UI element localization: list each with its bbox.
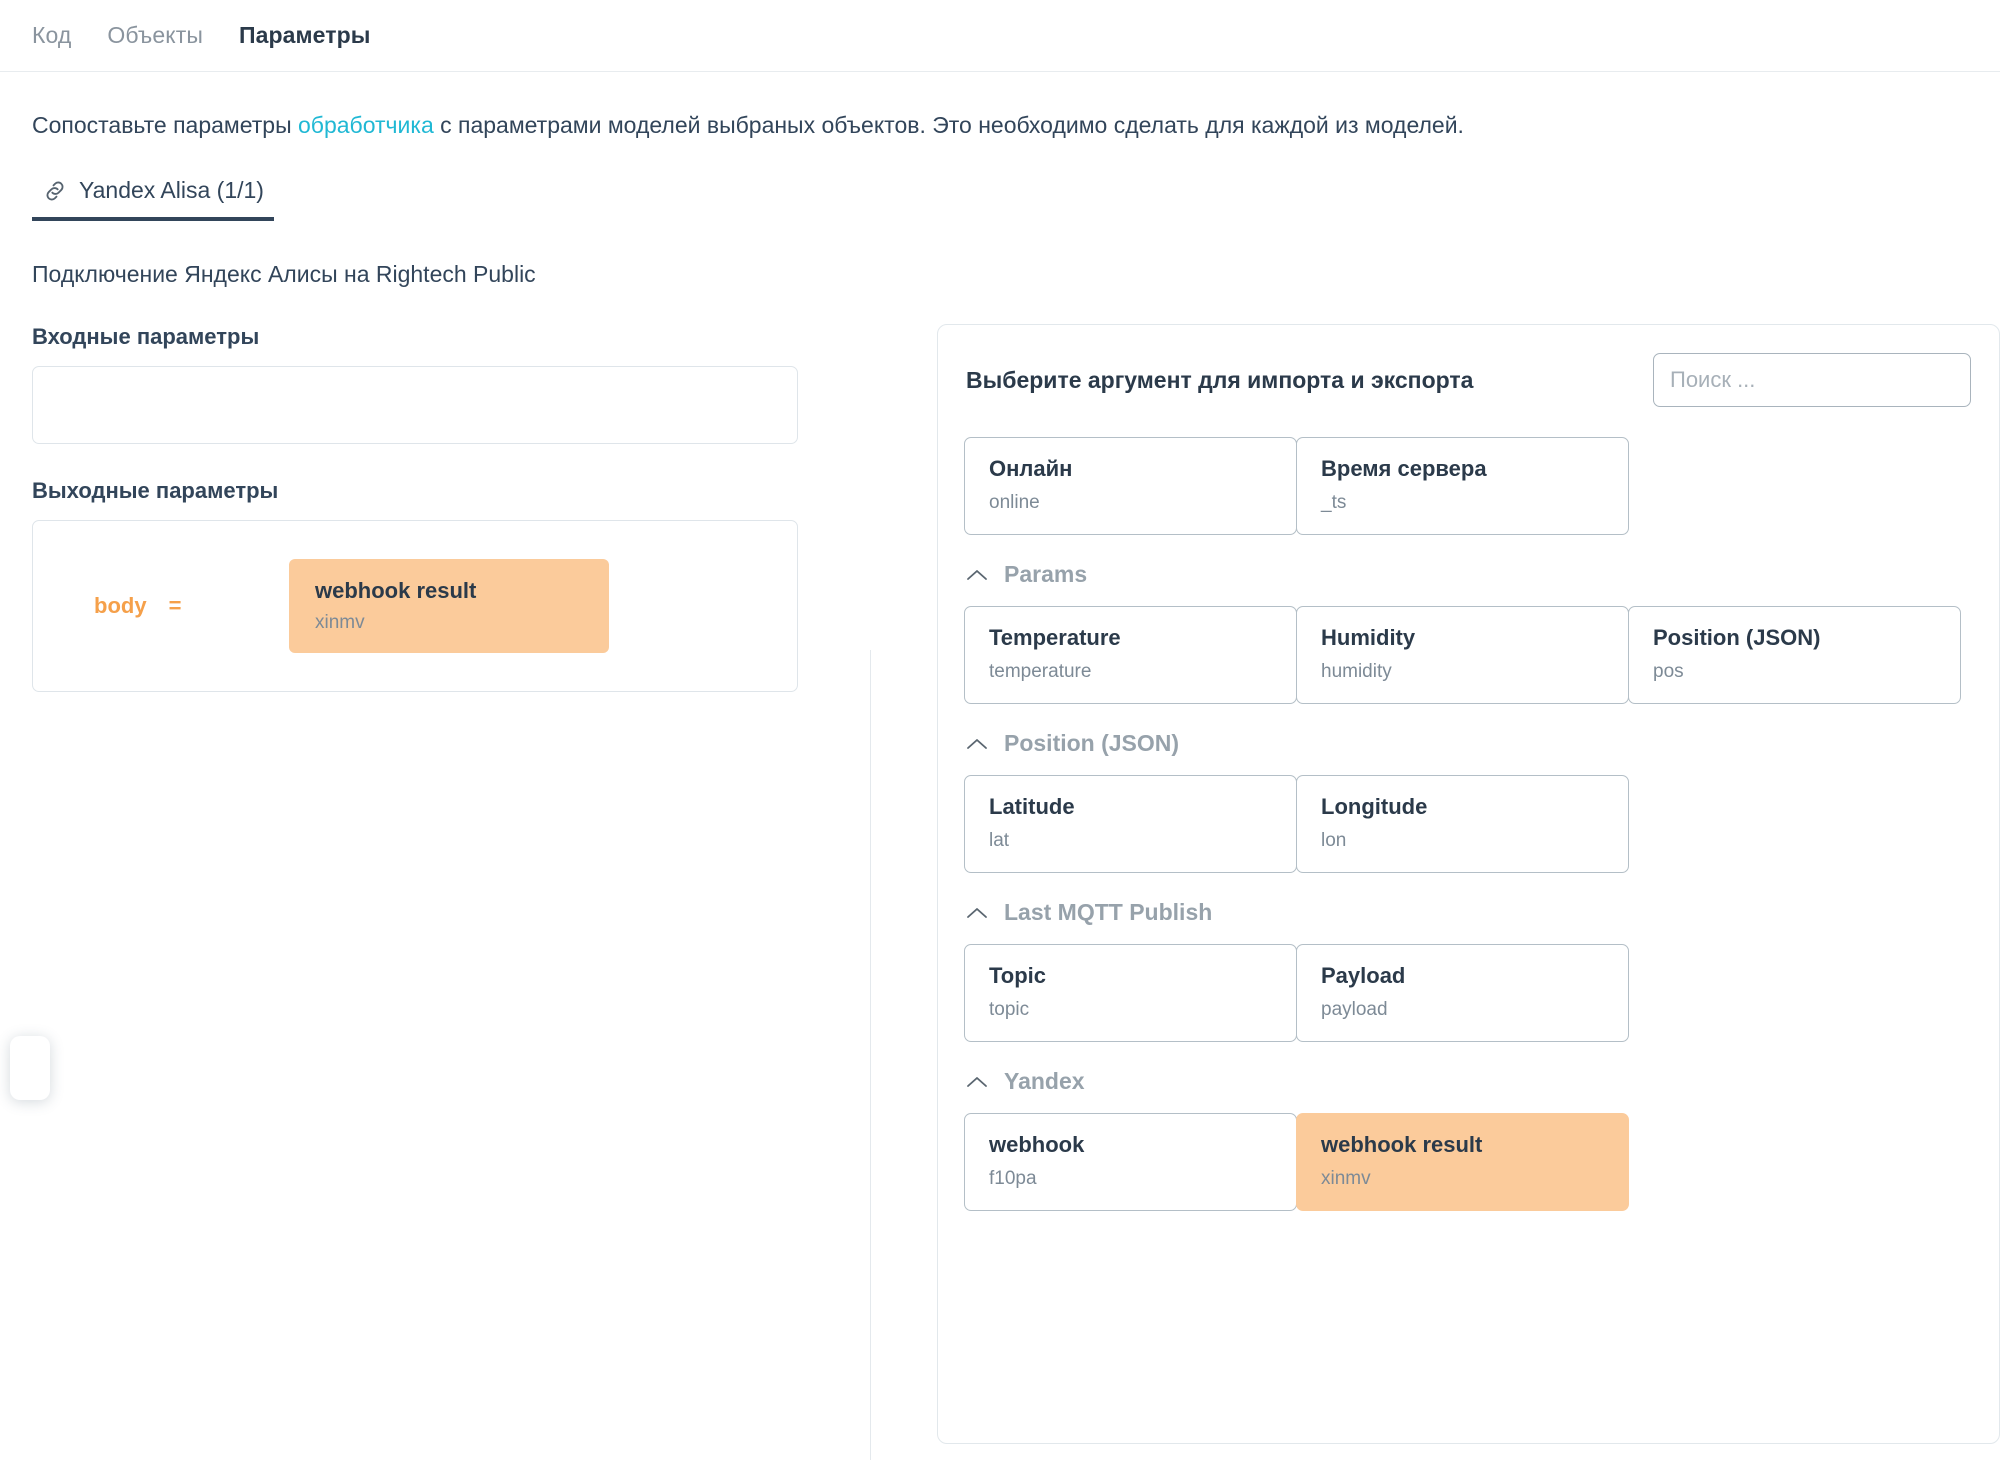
argument-card-title: Temperature (989, 624, 1272, 652)
argument-group-cards: Topic topic Payload payload (964, 944, 1973, 1042)
argument-card-humidity[interactable]: Humidity humidity (1296, 606, 1629, 704)
chevron-up-icon[interactable] (966, 568, 988, 582)
mapping-row: body = webhook result xinmv (59, 559, 771, 653)
argument-card-topic[interactable]: Topic topic (964, 944, 1297, 1042)
argument-group-name: Params (1004, 561, 1087, 588)
argument-card-subtitle: online (989, 492, 1272, 515)
argument-group-params: Params Temperature temperature Humidity … (964, 561, 1973, 704)
page-description: Сопоставьте параметры обработчика с пара… (32, 110, 1968, 141)
mapping-key-name: body (94, 593, 147, 619)
argument-card-subtitle: lon (1321, 830, 1604, 853)
argument-card-title: Position (JSON) (1653, 624, 1936, 652)
chevron-up-icon[interactable] (966, 1075, 988, 1089)
argument-group-header[interactable]: Last MQTT Publish (964, 899, 1973, 926)
mapping-key: body = (59, 593, 289, 619)
ungrouped-cards: Онлайн online Время сервера _ts (964, 437, 1973, 535)
argument-card-subtitle: lat (989, 830, 1272, 853)
column-divider (870, 650, 871, 1460)
search-input[interactable] (1653, 353, 1971, 407)
output-params-label: Выходные параметры (32, 478, 798, 504)
ungrouped-arguments: Онлайн online Время сервера _ts (964, 437, 1973, 535)
argument-card-subtitle: topic (989, 999, 1272, 1022)
argument-picker-header: Выберите аргумент для импорта и экспорта (964, 353, 1973, 407)
chevron-up-icon[interactable] (966, 906, 988, 920)
tab-code[interactable]: Код (32, 22, 71, 49)
argument-picker-panel: Выберите аргумент для импорта и экспорта… (937, 324, 2000, 1444)
input-params-box[interactable] (32, 366, 798, 444)
argument-card-title: Humidity (1321, 624, 1604, 652)
columns-wrapper: Входные параметры Выходные параметры bod… (32, 324, 1968, 1350)
argument-card-server-time[interactable]: Время сервера _ts (1296, 437, 1629, 535)
argument-group-name: Yandex (1004, 1068, 1085, 1095)
argument-card-title: Longitude (1321, 793, 1604, 821)
argument-card-position-json[interactable]: Position (JSON) pos (1628, 606, 1961, 704)
model-tabs: Yandex Alisa (1/1) (32, 177, 1968, 221)
chain-link-icon (42, 178, 68, 204)
argument-group-cards: webhook f10pa webhook result xinmv (964, 1113, 1973, 1211)
argument-group-header[interactable]: Position (JSON) (964, 730, 1973, 757)
argument-card-longitude[interactable]: Longitude lon (1296, 775, 1629, 873)
argument-group-name: Last MQTT Publish (1004, 899, 1212, 926)
argument-group-header[interactable]: Params (964, 561, 1973, 588)
argument-group-position-json: Position (JSON) Latitude lat Longitude l… (964, 730, 1973, 873)
offscreen-peek-card (10, 1036, 50, 1100)
argument-group-cards: Temperature temperature Humidity humidit… (964, 606, 1973, 704)
argument-group-name: Position (JSON) (1004, 730, 1179, 757)
left-spacer (32, 700, 798, 1350)
argument-card-payload[interactable]: Payload payload (1296, 944, 1629, 1042)
argument-card-title: webhook (989, 1131, 1272, 1159)
argument-card-temperature[interactable]: Temperature temperature (964, 606, 1297, 704)
argument-card-subtitle: _ts (1321, 492, 1604, 515)
argument-picker-title: Выберите аргумент для импорта и экспорта (966, 367, 1473, 394)
model-tab-label: Yandex Alisa (1/1) (79, 177, 264, 204)
mapping-value-chip[interactable]: webhook result xinmv (289, 559, 609, 653)
argument-card-webhook-result[interactable]: webhook result xinmv (1296, 1113, 1629, 1211)
argument-card-title: Payload (1321, 962, 1604, 990)
chevron-up-icon[interactable] (966, 737, 988, 751)
tab-objects[interactable]: Объекты (107, 22, 203, 49)
tab-parameters[interactable]: Параметры (239, 22, 371, 49)
handler-link[interactable]: обработчика (298, 112, 434, 138)
input-params-label: Входные параметры (32, 324, 798, 350)
argument-group-last-mqtt-publish: Last MQTT Publish Topic topic Payload pa… (964, 899, 1973, 1042)
mapping-equals-sign: = (169, 593, 182, 619)
description-before: Сопоставьте параметры (32, 112, 298, 138)
argument-card-title: Онлайн (989, 455, 1272, 483)
argument-card-subtitle: payload (1321, 999, 1604, 1022)
left-column: Входные параметры Выходные параметры bod… (32, 324, 838, 1350)
argument-group-yandex: Yandex webhook f10pa webhook result xinm… (964, 1068, 1973, 1211)
description-after: с параметрами моделей выбраных объектов.… (434, 112, 1464, 138)
model-tab-yandex-alisa[interactable]: Yandex Alisa (1/1) (32, 177, 274, 221)
argument-card-subtitle: humidity (1321, 661, 1604, 684)
argument-group-cards: Latitude lat Longitude lon (964, 775, 1973, 873)
argument-card-title: Latitude (989, 793, 1272, 821)
argument-group-header[interactable]: Yandex (964, 1068, 1973, 1095)
mapping-value-title: webhook result (315, 577, 583, 605)
argument-card-subtitle: pos (1653, 661, 1936, 684)
output-params-box: body = webhook result xinmv (32, 520, 798, 692)
argument-card-subtitle: f10pa (989, 1168, 1272, 1191)
top-tabbar: Код Объекты Параметры (0, 0, 2000, 72)
mapping-value-subtitle: xinmv (315, 612, 583, 635)
argument-card-title: webhook result (1321, 1131, 1604, 1159)
argument-card-title: Время сервера (1321, 455, 1604, 483)
page-content: Сопоставьте параметры обработчика с пара… (0, 72, 2000, 1460)
connection-title: Подключение Яндекс Алисы на Rightech Pub… (32, 261, 1968, 288)
argument-card-subtitle: temperature (989, 661, 1272, 684)
argument-card-latitude[interactable]: Latitude lat (964, 775, 1297, 873)
argument-card-online[interactable]: Онлайн online (964, 437, 1297, 535)
argument-card-title: Topic (989, 962, 1272, 990)
argument-card-subtitle: xinmv (1321, 1168, 1604, 1191)
argument-card-webhook[interactable]: webhook f10pa (964, 1113, 1297, 1211)
